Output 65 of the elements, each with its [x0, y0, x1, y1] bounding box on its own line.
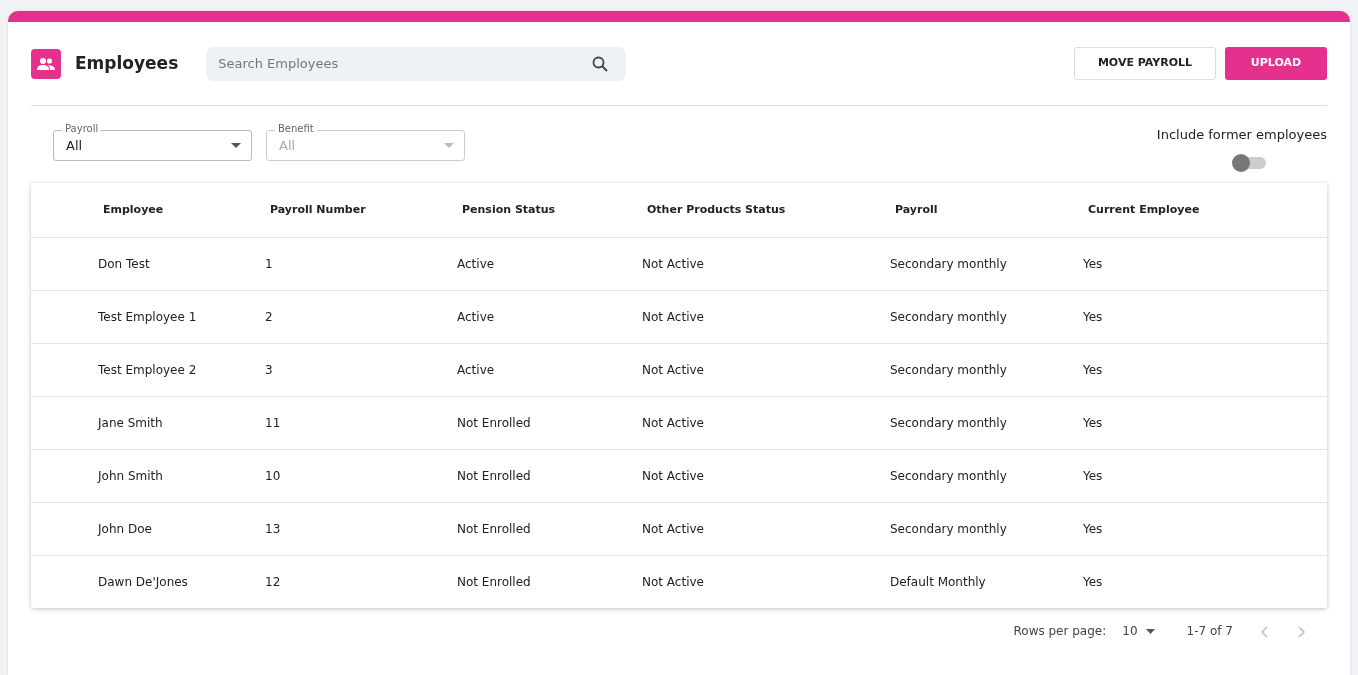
table-cell-text: Active [457, 362, 496, 379]
table-cell-text: Jane Smith [96, 415, 164, 432]
table-cell-text: Yes [1083, 468, 1104, 485]
people-icon [31, 48, 61, 79]
table-cell-text: 10 [265, 468, 282, 485]
table-cell-text: Yes [1083, 362, 1104, 379]
table-cell-text: Not Active [642, 574, 705, 591]
column-header[interactable]: Other Products Status [642, 201, 890, 219]
column-header[interactable]: Pension Status [457, 201, 642, 219]
table-cell-text: Test Employee 2 [97, 362, 198, 379]
table-cell-text: Not Active [642, 309, 705, 326]
filter-value: All [66, 136, 83, 155]
toggle-label: Include former employees [1156, 126, 1327, 144]
table-cell-text: John Doe [96, 521, 153, 538]
upload-button[interactable]: UPLOAD [1225, 47, 1327, 80]
table-cell-text: Yes [1083, 415, 1104, 432]
table-cell-text: Not Enrolled [457, 521, 532, 538]
table-cell-text: Yes [1083, 256, 1104, 273]
table-cell-text: Yes [1083, 309, 1104, 326]
page-range: 1-7 of 7 [1186, 623, 1233, 640]
table-cell-text: Don Test [97, 256, 151, 273]
table-cell-text: Not Active [642, 521, 705, 538]
table-cell-text: 13 [265, 521, 282, 538]
table-cell-text: Not Active [642, 468, 705, 485]
search-field[interactable]: Search Employees [206, 46, 627, 81]
table-cell-text: Not Enrolled [457, 468, 532, 485]
filter-label: Payroll [62, 122, 102, 136]
table-cell-text: Not Enrolled [457, 415, 532, 432]
table-cell-text: Not Active [642, 256, 705, 273]
caret-icon [1145, 628, 1155, 634]
table-cell-text: Secondary monthly [890, 362, 1008, 379]
filter-value: All [279, 136, 296, 155]
column-header[interactable]: Current Employee [1083, 201, 1335, 219]
table-cell-text: Secondary monthly [890, 415, 1008, 432]
column-header[interactable]: Employee [31, 201, 265, 219]
caret-icon [231, 143, 241, 148]
table-cell-text: Yes [1083, 521, 1104, 538]
table-cell-text: John Smith [96, 468, 164, 485]
table-cell-text: 12 [265, 574, 282, 591]
table-cell-text: Active [457, 309, 496, 326]
table-cell-text: Secondary monthly [890, 468, 1008, 485]
rows-per-page-select[interactable]: 10 [1122, 622, 1155, 640]
rows-per-page-label: Rows per page: [1013, 623, 1107, 640]
table-cell-text: Not Enrolled [457, 574, 532, 591]
table-cell-text: Default Monthly [890, 574, 987, 591]
table-cell-text: 2 [265, 309, 274, 326]
table-cell-text: Secondary monthly [890, 256, 1008, 273]
search-icon [592, 55, 609, 72]
column-header[interactable]: Payroll Number [265, 201, 457, 219]
table-cell-text: Yes [1083, 574, 1104, 591]
table-cell-text: 3 [265, 362, 274, 379]
table-cell-text: Dawn De'Jones [97, 574, 189, 591]
table-cell-text: 1 [265, 256, 274, 273]
table-cell-text: Not Active [642, 362, 705, 379]
table-cell-text: Secondary monthly [890, 309, 1008, 326]
table-cell-text: Secondary monthly [890, 521, 1008, 538]
column-header[interactable]: Payroll [890, 201, 1083, 219]
table-cell-text: Test Employee 1 [97, 309, 198, 326]
table-cell-text: 11 [265, 415, 282, 432]
toggle-switch[interactable] [1234, 156, 1266, 169]
page-title: Employees [75, 51, 179, 75]
table-cell-text: Active [457, 256, 496, 273]
caret-icon [444, 143, 454, 148]
move-button[interactable]: MOVE PAYROLL [1074, 47, 1216, 80]
table-cell-text: Not Active [642, 415, 705, 432]
